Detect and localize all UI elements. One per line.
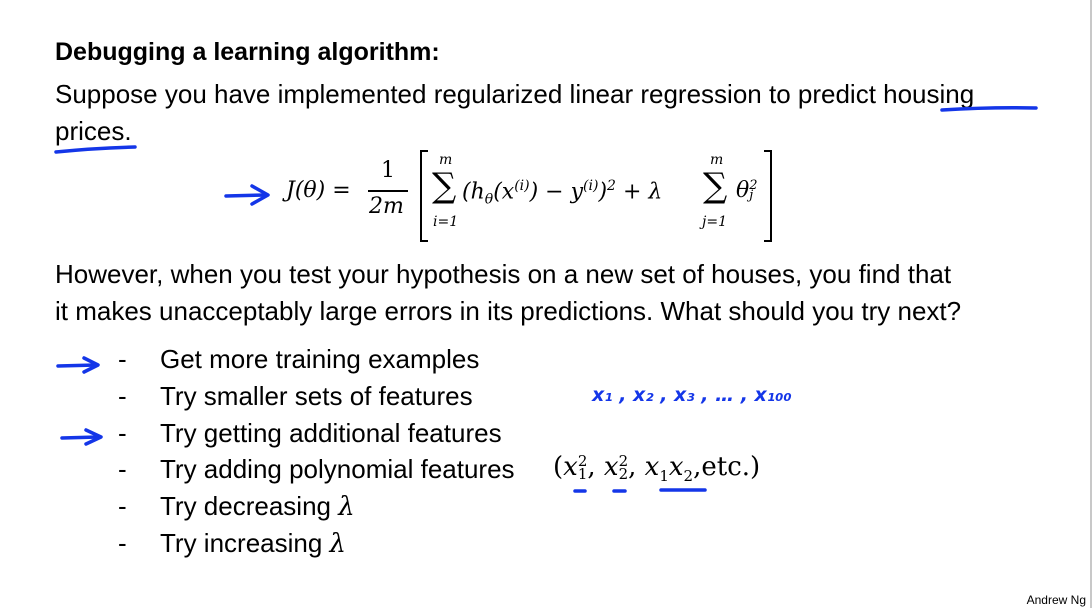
arrow-icon (224, 184, 270, 206)
underline-housing (940, 106, 1038, 112)
handwritten-annotations (54, 106, 1038, 493)
arrow-icon (60, 428, 103, 446)
author-footer: Andrew Ng (1026, 593, 1086, 607)
arrow-icon (56, 356, 100, 374)
underline-prices (54, 145, 137, 154)
